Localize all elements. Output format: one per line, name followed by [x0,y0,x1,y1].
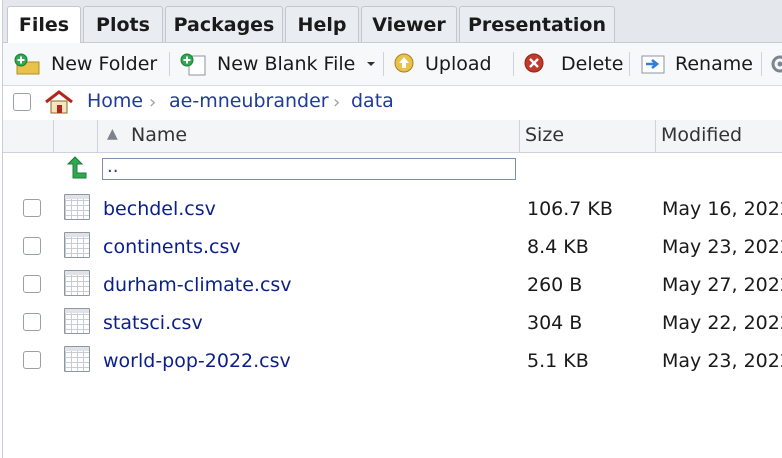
parent-folder-arrow-icon [66,156,87,179]
toolbar-divider [383,52,384,76]
file-name-link[interactable]: durham-climate.csv [103,274,292,296]
tab-help[interactable]: Help [285,6,359,42]
new-file-icon [180,53,206,76]
files-pane: Files Plots Packages Help Viewer Present… [2,0,782,458]
toolbar-divider [169,52,170,76]
file-name-link[interactable]: world-pop-2022.csv [103,350,291,372]
row-checkbox[interactable] [23,313,41,331]
file-modified: May 27, 2022 [662,274,782,296]
rename-label: Rename [675,53,753,75]
column-header-modified[interactable]: Modified [661,124,742,146]
chevron-right-icon: › [149,92,157,113]
upload-button[interactable]: Upload [393,50,492,78]
tab-packages[interactable]: Packages [165,6,283,42]
parent-directory-label: .. [107,156,119,177]
breadcrumb-data[interactable]: data [351,90,394,112]
column-header-name[interactable]: Name [131,124,187,146]
tab-help-label: Help [297,13,347,36]
tab-viewer[interactable]: Viewer [361,6,457,42]
file-modified: May 22, 2022 [662,312,782,334]
row-checkbox[interactable] [23,351,41,369]
parent-directory-link[interactable]: .. [102,158,516,180]
gear-icon [771,55,782,73]
rename-icon [641,55,665,74]
file-size: 304 B [527,312,583,334]
table-row[interactable]: statsci.csv 304 B May 22, 2022 [3,304,782,342]
file-name-link[interactable]: statsci.csv [103,312,203,334]
file-size: 106.7 KB [527,198,613,220]
new-blank-file-button[interactable]: New Blank File [179,50,379,78]
tab-files[interactable]: Files [7,6,81,43]
tab-plots[interactable]: Plots [83,6,163,42]
column-divider [519,120,520,152]
file-modified: May 23, 2022 [662,236,782,258]
column-header-size[interactable]: Size [525,124,564,146]
dropdown-caret-icon [367,62,376,66]
tab-presentation-label: Presentation [468,13,606,36]
row-checkbox[interactable] [23,237,41,255]
sort-ascending-icon: ▲ [107,126,118,142]
tab-presentation[interactable]: Presentation [459,6,615,42]
file-modified: May 23, 2022 [662,350,782,372]
new-folder-label: New Folder [51,53,158,75]
csv-file-icon [64,232,90,258]
column-divider [97,120,98,152]
file-name-link[interactable]: continents.csv [103,236,241,258]
file-modified: May 16, 2022 [662,198,782,220]
tab-packages-label: Packages [173,13,275,36]
csv-file-icon [64,194,90,220]
tab-viewer-label: Viewer [372,13,446,36]
new-blank-file-label: New Blank File [217,53,356,75]
new-folder-icon [14,53,40,75]
column-divider [53,120,54,152]
chevron-right-icon: › [333,92,341,113]
column-divider [655,120,656,152]
file-size: 8.4 KB [527,236,589,258]
csv-file-icon [64,308,90,334]
csv-file-icon [64,346,90,372]
file-name-link[interactable]: bechdel.csv [103,198,216,220]
toolbar-divider [513,52,514,76]
tab-plots-label: Plots [96,13,150,36]
home-icon[interactable] [43,89,75,115]
delete-button[interactable]: Delete [523,50,623,78]
table-row[interactable]: bechdel.csv 106.7 KB May 16, 2022 [3,190,782,228]
file-size: 5.1 KB [527,350,589,372]
file-size: 260 B [527,274,583,296]
row-checkbox[interactable] [23,199,41,217]
toolbar-divider [761,52,762,76]
file-table-header: ▲ Name Size Modified [3,120,782,153]
upload-icon [394,53,414,73]
select-all-checkbox[interactable] [13,93,31,111]
breadcrumb: Home › ae-mneubrander › data [3,86,782,121]
more-button[interactable] [769,50,782,78]
tab-files-label: Files [18,14,70,36]
table-row[interactable]: continents.csv 8.4 KB May 23, 2022 [3,228,782,266]
row-checkbox[interactable] [23,275,41,293]
new-folder-button[interactable]: New Folder [13,50,157,78]
breadcrumb-home[interactable]: Home [87,90,143,112]
csv-file-icon [64,270,90,296]
rename-button[interactable]: Rename [639,50,753,78]
delete-label: Delete [561,53,624,75]
delete-icon [524,53,544,73]
files-toolbar: New Folder New Blank File Upload Delete … [3,43,782,86]
breadcrumb-project[interactable]: ae-mneubrander [169,90,329,112]
upload-label: Upload [425,53,492,75]
pane-tab-bar: Files Plots Packages Help Viewer Present… [3,0,782,43]
toolbar-divider [629,52,630,76]
table-row[interactable]: world-pop-2022.csv 5.1 KB May 23, 2022 [3,342,782,380]
table-row[interactable]: durham-climate.csv 260 B May 27, 2022 [3,266,782,304]
